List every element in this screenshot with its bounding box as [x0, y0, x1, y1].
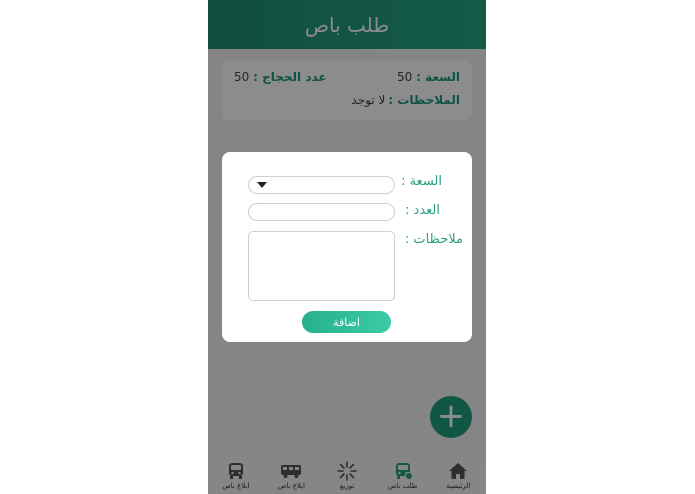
dialog-capacity-label: السعة :	[401, 174, 442, 189]
capacity-select[interactable]	[248, 176, 395, 194]
dialog-notes-label: ملاحظات :	[404, 232, 463, 247]
dropdown-arrow-icon	[257, 182, 267, 188]
count-input[interactable]	[248, 203, 395, 221]
add-button[interactable]: اضافة	[302, 311, 391, 333]
dialog-count-label: العدد :	[405, 203, 440, 218]
add-request-dialog: السعة : العدد : ملاحظات : اضافة	[222, 152, 472, 342]
notes-textarea[interactable]	[248, 231, 395, 301]
